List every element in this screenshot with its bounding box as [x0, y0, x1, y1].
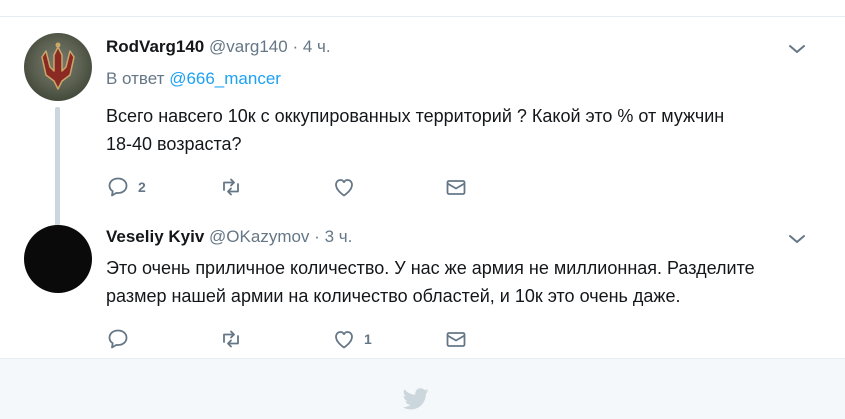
retweet-icon	[223, 330, 239, 348]
envelope-icon	[446, 332, 466, 347]
tweet-timestamp[interactable]: 3 ч.	[325, 227, 353, 246]
tweet-actions: 1	[106, 327, 526, 351]
tweet-text-line: Это очень приличное количество. У нас же…	[106, 258, 755, 278]
tweet-text: Это очень приличное количество. У нас же…	[106, 254, 806, 310]
heart-icon	[335, 331, 353, 349]
reply-context: В ответ @666_mancer	[106, 69, 281, 89]
like-button[interactable]: 1	[332, 327, 372, 351]
retweet-icon	[223, 178, 239, 196]
tweet-text: Всего навсего 10к с оккупированных терри…	[106, 102, 806, 158]
timeline-footer	[0, 358, 845, 419]
retweet-button[interactable]	[219, 327, 251, 351]
tweet-text-line: 18-40 возраста?	[106, 134, 242, 154]
reply-button[interactable]: 2	[106, 175, 146, 199]
avatar[interactable]	[24, 33, 92, 101]
tweet-text-line: Всего навсего 10к с оккупированных терри…	[106, 106, 725, 126]
tweet-timestamp[interactable]: 4 ч.	[303, 37, 331, 56]
heart-icon	[335, 179, 353, 197]
avatar[interactable]	[24, 225, 92, 293]
tweet[interactable]: Veseliy Kyiv @OKazymov · 3 ч. Это очень …	[0, 207, 845, 357]
tweet-actions: 2	[106, 175, 526, 199]
twitter-bird-icon	[402, 388, 429, 410]
reply-button[interactable]	[106, 327, 138, 351]
retweet-button[interactable]	[219, 175, 251, 199]
reply-prefix: В ответ	[106, 69, 165, 88]
user-fullname[interactable]: Veseliy Kyiv	[106, 227, 204, 246]
separator-dot: ·	[292, 37, 299, 56]
envelope-icon	[446, 180, 466, 195]
like-button[interactable]	[332, 175, 364, 199]
chevron-down-icon[interactable]	[787, 39, 807, 59]
user-handle[interactable]: @OKazymov	[209, 227, 309, 246]
reply-icon	[108, 329, 128, 349]
tweet-header: RodVarg140 @varg140 · 4 ч.	[106, 37, 331, 57]
reply-icon	[108, 177, 128, 197]
trident-emblem-icon	[41, 42, 75, 90]
reply-mention-link[interactable]: @666_mancer	[169, 69, 281, 88]
tweet-text-line: размер нашей армии на количество областе…	[106, 286, 681, 306]
direct-message-button[interactable]	[444, 327, 468, 351]
chevron-down-icon[interactable]	[787, 229, 807, 249]
user-handle[interactable]: @varg140	[209, 37, 288, 56]
separator-dot: ·	[314, 227, 320, 246]
tweet-header: Veseliy Kyiv @OKazymov · 3 ч.	[106, 227, 352, 247]
user-fullname[interactable]: RodVarg140	[106, 37, 204, 56]
direct-message-button[interactable]	[444, 175, 468, 199]
reply-count: 2	[138, 179, 146, 195]
tweet[interactable]: RodVarg140 @varg140 · 4 ч. В ответ @666_…	[0, 17, 845, 237]
like-count: 1	[364, 331, 372, 347]
